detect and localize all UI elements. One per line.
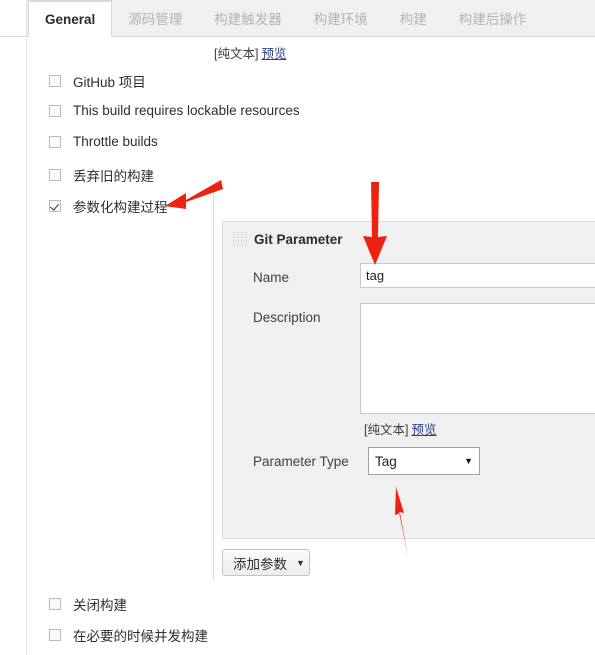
- option-row-concurrent-build[interactable]: 在必要的时候并发构建: [49, 625, 208, 645]
- parameter-type-selected-value: Tag: [375, 453, 397, 469]
- tab-source-code-management-label: 源码管理: [128, 12, 183, 27]
- tab-build[interactable]: 构建: [384, 0, 443, 36]
- checkbox-parameterized-build[interactable]: [49, 200, 61, 212]
- name-field-label: Name: [253, 270, 290, 285]
- tab-build-triggers-label: 构建触发器: [214, 12, 282, 27]
- option-label-discard-old-builds: 丢弃旧的构建: [73, 169, 154, 184]
- tab-build-environment-label: 构建环境: [313, 12, 368, 27]
- option-row-github-project[interactable]: GitHub 项目: [49, 71, 146, 91]
- option-row-disable-build[interactable]: 关闭构建: [49, 594, 127, 614]
- tab-build-label: 构建: [399, 12, 427, 27]
- name-input[interactable]: [360, 263, 595, 288]
- tab-post-build-actions[interactable]: 构建后操作: [443, 0, 543, 36]
- checkbox-lockable-resources[interactable]: [49, 104, 61, 117]
- description-preview-link[interactable]: 预览: [411, 423, 436, 437]
- checkbox-disable-build[interactable]: [49, 598, 61, 610]
- top-preview-link[interactable]: 预览: [261, 47, 286, 61]
- description-textarea[interactable]: [360, 303, 595, 414]
- option-row-discard-old-builds[interactable]: 丢弃旧的构建: [49, 165, 154, 185]
- git-parameter-panel: Git Parameter Name Description [纯文本]预览 P…: [222, 221, 595, 539]
- option-label-parameterized-build: 参数化构建过程: [73, 200, 168, 215]
- option-row-lockable-resources[interactable]: This build requires lockable resources: [49, 103, 300, 118]
- parameter-area: Git Parameter Name Description [纯文本]预览 P…: [197, 188, 595, 580]
- tab-list: General 源码管理 构建触发器 构建环境 构建 构建后操作: [28, 0, 543, 37]
- option-label-lockable-resources: This build requires lockable resources: [73, 103, 300, 118]
- description-plaintext-label: [纯文本]: [364, 423, 409, 437]
- top-plaintext-label: [纯文本]: [214, 47, 259, 61]
- parameter-area-divider: [213, 188, 214, 580]
- tab-build-triggers[interactable]: 构建触发器: [198, 0, 298, 36]
- drag-handle-icon[interactable]: [233, 232, 247, 246]
- tab-bar-left-gutter: [0, 0, 27, 36]
- checkbox-discard-old-builds[interactable]: [49, 169, 61, 181]
- chevron-down-icon: ▼: [464, 456, 473, 466]
- tab-general-label: General: [45, 11, 96, 27]
- tab-post-build-actions-label: 构建后操作: [458, 12, 527, 27]
- add-parameter-button[interactable]: 添加参数 ▼: [222, 549, 310, 576]
- tab-source-code-management[interactable]: 源码管理: [112, 0, 198, 36]
- git-parameter-panel-title: Git Parameter: [254, 232, 343, 247]
- add-parameter-button-label: 添加参数: [233, 556, 287, 572]
- parameter-type-select[interactable]: Tag ▼: [368, 447, 480, 475]
- option-label-disable-build: 关闭构建: [73, 598, 127, 613]
- parameter-type-label: Parameter Type: [253, 454, 349, 469]
- tab-general[interactable]: General: [28, 0, 113, 37]
- left-rail: [0, 37, 27, 655]
- description-plaintext-preview: [纯文本] 预览: [364, 419, 436, 438]
- option-label-github-project: GitHub 项目: [73, 75, 146, 90]
- option-label-concurrent-build: 在必要的时候并发构建: [73, 629, 208, 644]
- tab-bar: General 源码管理 构建触发器 构建环境 构建 构建后操作: [0, 0, 595, 37]
- option-row-throttle-builds[interactable]: Throttle builds: [49, 134, 158, 149]
- option-row-parameterized-build[interactable]: 参数化构建过程: [49, 196, 168, 216]
- tab-build-environment[interactable]: 构建环境: [298, 0, 384, 36]
- description-field-label: Description: [253, 310, 321, 325]
- top-plaintext-preview: [纯文本] 预览: [214, 43, 286, 62]
- option-label-throttle-builds: Throttle builds: [73, 134, 158, 149]
- checkbox-github-project[interactable]: [49, 75, 61, 87]
- checkbox-throttle-builds[interactable]: [49, 135, 61, 148]
- chevron-down-icon: ▼: [296, 557, 305, 568]
- checkbox-concurrent-build[interactable]: [49, 629, 61, 641]
